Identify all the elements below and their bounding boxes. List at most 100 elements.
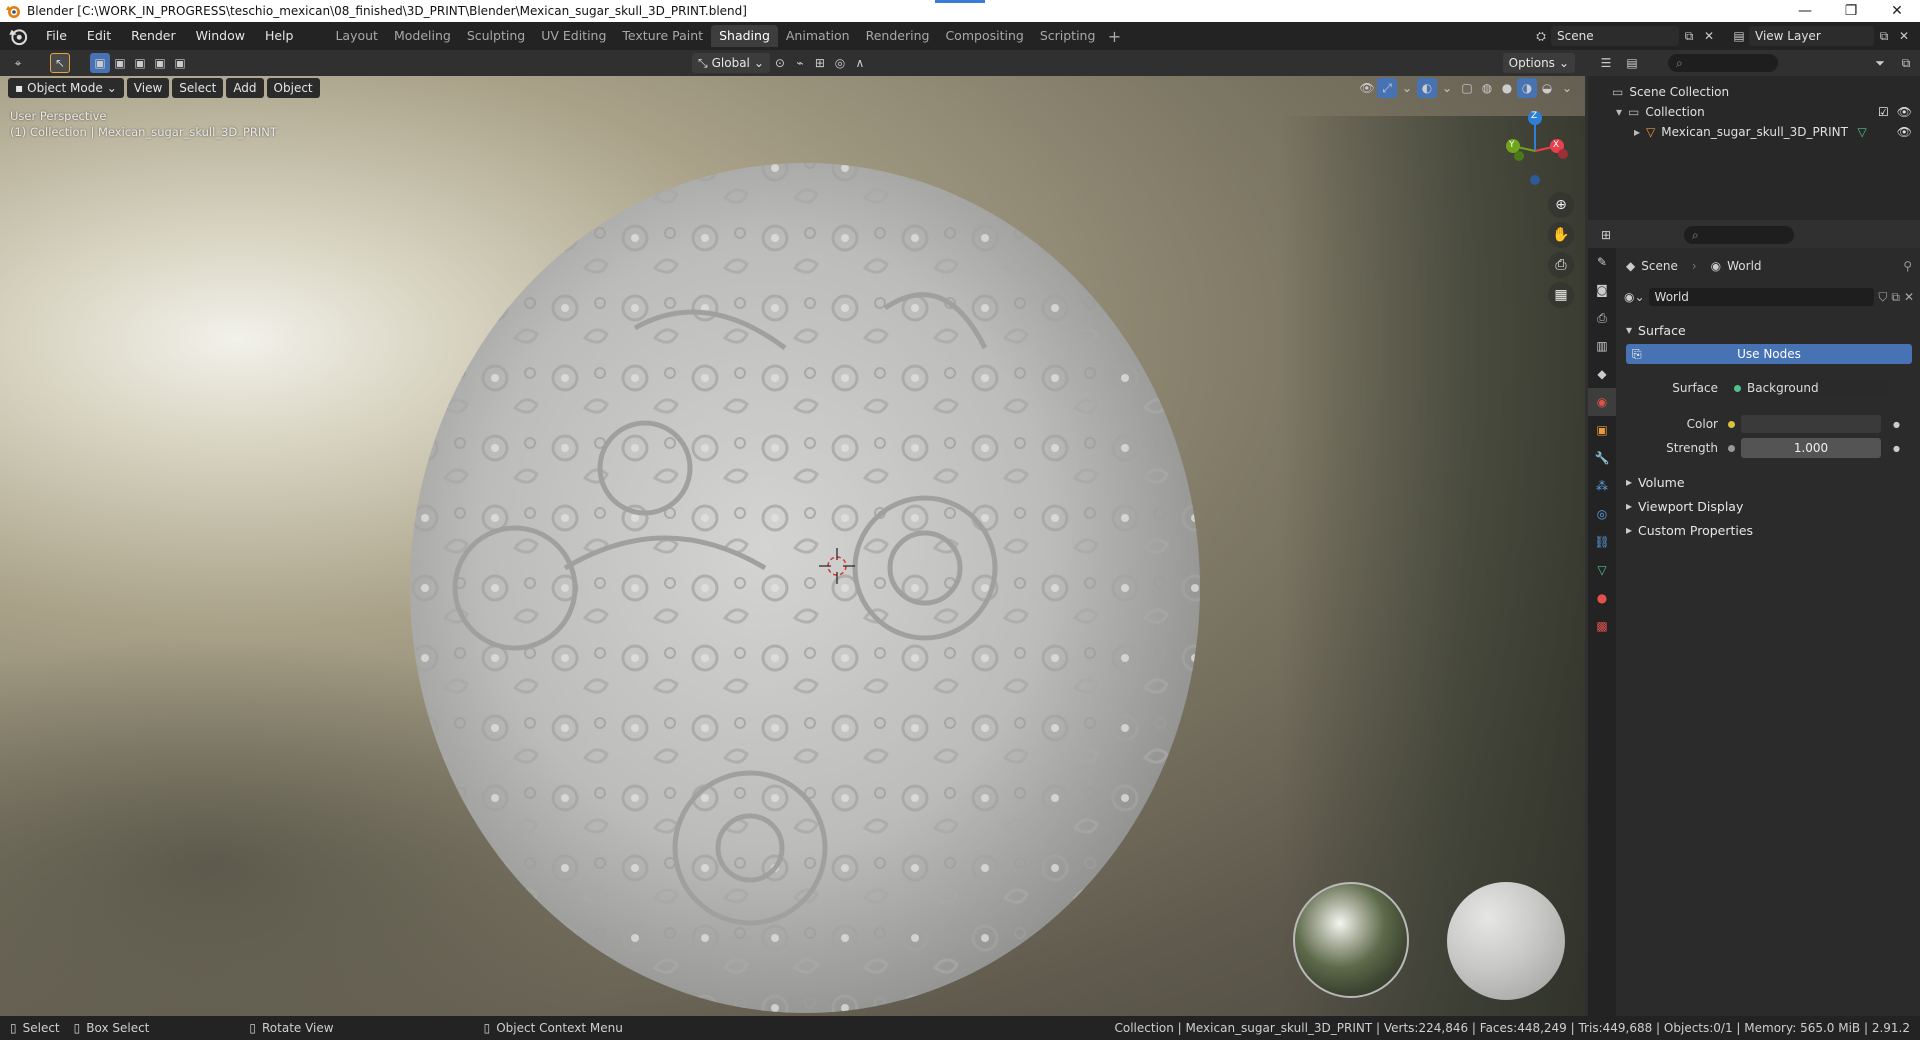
strength-socket-icon[interactable] bbox=[1728, 444, 1735, 452]
options-dropdown[interactable]: Options ⌄ bbox=[1502, 53, 1575, 73]
menu-window[interactable]: Window bbox=[186, 25, 255, 47]
rendered-shading-icon[interactable]: ◒ bbox=[1537, 78, 1557, 98]
minimize-button[interactable]: — bbox=[1782, 0, 1828, 22]
menu-edit[interactable]: Edit bbox=[77, 25, 121, 47]
proportional-edit-icon[interactable]: ◎ bbox=[830, 53, 850, 73]
new-scene-icon[interactable]: ⧉ bbox=[1679, 26, 1699, 46]
zoom-icon[interactable]: ⊕ bbox=[1548, 192, 1574, 218]
select-tool-icon[interactable]: ↖ bbox=[50, 53, 70, 73]
select-extend-icon[interactable]: ▣ bbox=[110, 53, 130, 73]
gizmo-toggle-icon[interactable]: ⤢ bbox=[1377, 78, 1397, 98]
select-intersect-icon[interactable]: ▣ bbox=[170, 53, 190, 73]
use-nodes-button[interactable]: ⎘ Use Nodes bbox=[1626, 344, 1912, 364]
chevron-down-icon[interactable]: ⌄ bbox=[1557, 78, 1577, 98]
outliner-row-scene-collection[interactable]: ▭ Scene Collection bbox=[1588, 82, 1920, 102]
surface-shader-field[interactable]: Background bbox=[1728, 378, 1888, 398]
sugar-skull-model[interactable] bbox=[405, 148, 1225, 1016]
expand-arrow-icon[interactable]: ▸ bbox=[1634, 125, 1640, 139]
outliner-search-input[interactable]: ⌕ bbox=[1668, 54, 1778, 72]
color-socket-icon[interactable] bbox=[1728, 420, 1735, 428]
viewport-display-panel-header[interactable]: ▸ Viewport Display bbox=[1616, 496, 1920, 516]
render-tab-icon[interactable]: ◙ bbox=[1588, 276, 1616, 304]
custom-properties-panel-header[interactable]: ▸ Custom Properties bbox=[1616, 520, 1920, 540]
keyframe-dot-icon[interactable]: ● bbox=[1893, 420, 1900, 429]
object-menu[interactable]: Object bbox=[266, 78, 320, 98]
surface-panel-header[interactable]: ▾ Surface bbox=[1616, 320, 1920, 340]
pin-icon[interactable]: ⚲ bbox=[1903, 259, 1912, 273]
wireframe-shading-icon[interactable]: ◍ bbox=[1477, 78, 1497, 98]
perspective-toggle-icon[interactable]: ▦ bbox=[1548, 282, 1574, 308]
outliner-row-object[interactable]: ▸ ▽ Mexican_sugar_skull_3D_PRINT ▽ 👁 bbox=[1588, 122, 1920, 142]
data-tab-icon[interactable]: ▽ bbox=[1588, 556, 1616, 584]
falloff-icon[interactable]: ∧ bbox=[850, 53, 870, 73]
unlink-icon[interactable]: ✕ bbox=[1904, 290, 1914, 304]
select-subtract-icon[interactable]: ▣ bbox=[130, 53, 150, 73]
add-workspace-button[interactable]: + bbox=[1103, 27, 1125, 46]
volume-panel-header[interactable]: ▸ Volume bbox=[1616, 472, 1920, 492]
scene-selector-icon[interactable]: ⛭ bbox=[1531, 26, 1551, 46]
3d-viewport[interactable]: ▪ Object Mode ⌄ View Select Add Object 👁… bbox=[0, 76, 1585, 1016]
view-layer-field[interactable]: View Layer bbox=[1749, 26, 1874, 46]
mesh-data-icon[interactable]: ▽ bbox=[1858, 125, 1867, 139]
maximize-button[interactable]: ❐ bbox=[1828, 0, 1874, 22]
particles-tab-icon[interactable]: ⁂ bbox=[1588, 472, 1616, 500]
properties-editor-type-icon[interactable]: ⊞ bbox=[1596, 225, 1616, 245]
xray-icon[interactable]: ▢ bbox=[1457, 78, 1477, 98]
texture-tab-icon[interactable]: ▩ bbox=[1588, 612, 1616, 640]
delete-view-layer-icon[interactable]: ✕ bbox=[1894, 26, 1914, 46]
filter-icon[interactable]: ⏷ bbox=[1870, 53, 1890, 73]
editor-type-icon[interactable]: ⌖ bbox=[8, 53, 28, 73]
view-layer-icon[interactable]: ▤ bbox=[1729, 26, 1749, 46]
tab-layout[interactable]: Layout bbox=[327, 25, 386, 47]
tab-scripting[interactable]: Scripting bbox=[1032, 25, 1104, 47]
material-preview-icon[interactable]: ◑ bbox=[1517, 78, 1537, 98]
keyframe-dot-icon[interactable]: ● bbox=[1893, 444, 1900, 453]
display-mode-icon[interactable]: ▤ bbox=[1622, 53, 1642, 73]
select-invert-icon[interactable]: ▣ bbox=[150, 53, 170, 73]
eye-icon[interactable]: 👁 bbox=[1897, 105, 1912, 119]
solid-shading-icon[interactable]: ● bbox=[1497, 78, 1517, 98]
select-menu[interactable]: Select bbox=[172, 78, 224, 98]
scene-field[interactable]: Scene bbox=[1551, 26, 1679, 46]
menu-file[interactable]: File bbox=[36, 25, 77, 47]
tab-modeling[interactable]: Modeling bbox=[386, 25, 459, 47]
delete-scene-icon[interactable]: ✕ bbox=[1699, 26, 1719, 46]
scene-tab-icon[interactable]: ◆ bbox=[1588, 360, 1616, 388]
outliner-row-collection[interactable]: ▾ ▭ Collection ☑ 👁 bbox=[1588, 102, 1920, 122]
tab-animation[interactable]: Animation bbox=[778, 25, 858, 47]
object-tab-icon[interactable]: ▣ bbox=[1588, 416, 1616, 444]
properties-search-input[interactable]: ⌕ bbox=[1684, 226, 1794, 244]
view-menu[interactable]: View bbox=[126, 78, 170, 98]
material-tab-icon[interactable]: ● bbox=[1588, 584, 1616, 612]
camera-view-icon[interactable]: ⎙ bbox=[1548, 252, 1574, 278]
color-swatch[interactable] bbox=[1741, 415, 1881, 433]
navigation-gizmo[interactable]: Z Y X bbox=[1495, 106, 1575, 186]
snap-icon[interactable]: ⌁ bbox=[790, 53, 810, 73]
add-menu[interactable]: Add bbox=[226, 78, 264, 98]
tab-sculpting[interactable]: Sculpting bbox=[459, 25, 533, 47]
strength-field[interactable]: 1.000 bbox=[1741, 438, 1881, 458]
object-mode-dropdown[interactable]: ▪ Object Mode ⌄ bbox=[8, 78, 124, 98]
pivot-point-icon[interactable]: ⊙ bbox=[770, 53, 790, 73]
tab-compositing[interactable]: Compositing bbox=[937, 25, 1031, 47]
tab-shading[interactable]: Shading bbox=[711, 25, 778, 47]
menu-render[interactable]: Render bbox=[121, 25, 186, 47]
pan-hand-icon[interactable]: ✋ bbox=[1548, 222, 1574, 248]
chevron-down-icon[interactable]: ⌄ bbox=[1397, 78, 1417, 98]
tab-texture-paint[interactable]: Texture Paint bbox=[614, 25, 711, 47]
tab-uv-editing[interactable]: UV Editing bbox=[533, 25, 614, 47]
constraints-tab-icon[interactable]: ⛓ bbox=[1588, 528, 1616, 556]
tool-tab-icon[interactable]: ✎ bbox=[1588, 248, 1616, 276]
outliner-editor-type-icon[interactable]: ☰ bbox=[1596, 53, 1616, 73]
world-browse-icon[interactable]: ◉⌄ bbox=[1624, 290, 1645, 304]
blender-menu-icon[interactable] bbox=[8, 26, 28, 46]
visibility-icon[interactable]: 👁 bbox=[1357, 78, 1377, 98]
new-collection-icon[interactable]: ⧉ bbox=[1896, 53, 1916, 73]
tab-rendering[interactable]: Rendering bbox=[858, 25, 938, 47]
snap-target-icon[interactable]: ⊞ bbox=[810, 53, 830, 73]
close-button[interactable]: ✕ bbox=[1874, 0, 1920, 22]
transform-orientation-dropdown[interactable]: ⤡ Global ⌄ bbox=[692, 53, 770, 73]
checkbox-icon[interactable]: ☑ bbox=[1878, 105, 1889, 119]
new-view-layer-icon[interactable]: ⧉ bbox=[1874, 26, 1894, 46]
duplicate-icon[interactable]: ⧉ bbox=[1891, 290, 1900, 305]
